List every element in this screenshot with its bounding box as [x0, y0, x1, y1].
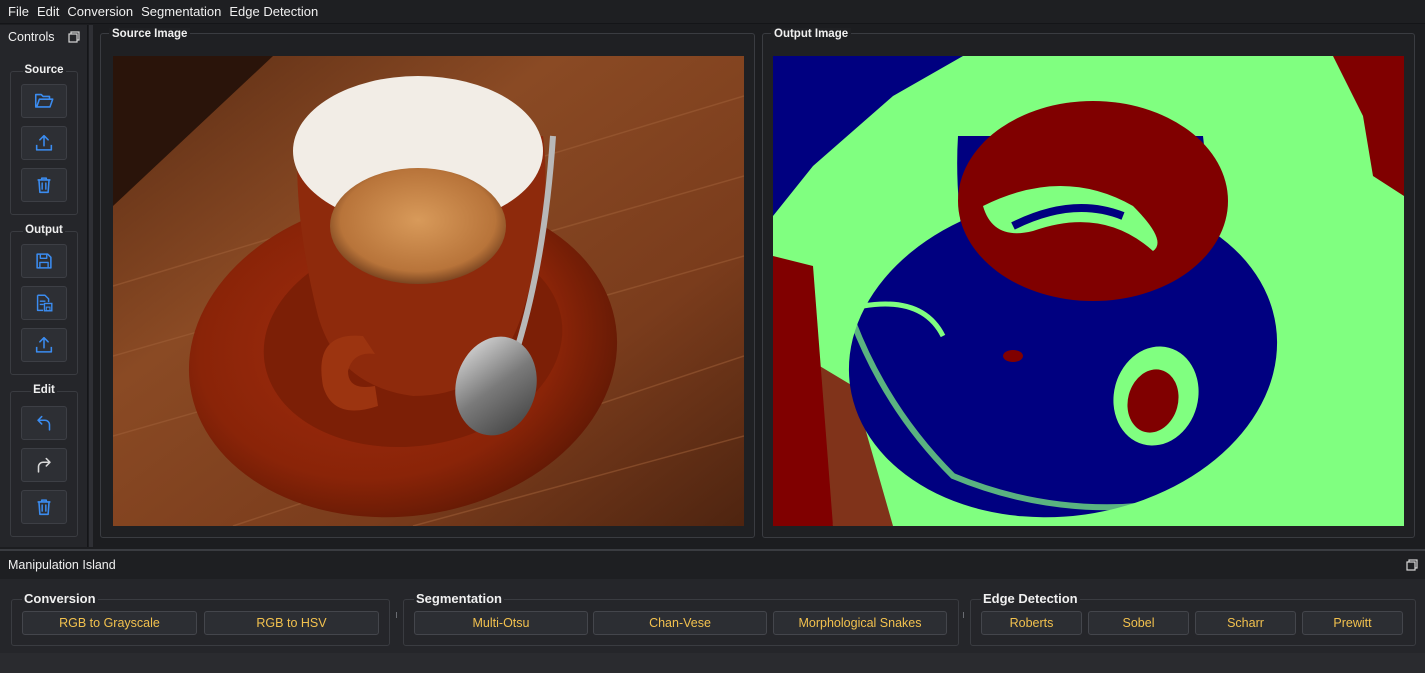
island-title-bar: Manipulation Island — [0, 551, 1425, 579]
rgb-to-grayscale-button[interactable]: RGB to Grayscale — [22, 611, 197, 635]
sobel-button[interactable]: Sobel — [1088, 611, 1189, 635]
source-image-panel: Source Image — [100, 28, 755, 538]
save-icon — [36, 253, 52, 269]
controls-dock: Controls Source Output Edit — [0, 25, 88, 547]
edit-group-title: Edit — [31, 384, 57, 396]
open-folder-icon — [34, 93, 54, 108]
scharr-button[interactable]: Scharr — [1195, 611, 1296, 635]
segmentation-group: Segmentation Multi-Otsu Chan-Vese Morpho… — [403, 591, 959, 646]
prewitt-button[interactable]: Prewitt — [1302, 611, 1403, 635]
save-as-icon — [36, 294, 53, 312]
menu-file[interactable]: File — [4, 0, 33, 24]
undo-button[interactable] — [21, 406, 67, 440]
island-footer — [0, 653, 1425, 673]
multi-otsu-button[interactable]: Multi-Otsu — [414, 611, 588, 635]
controls-title: Controls — [8, 30, 55, 44]
roberts-button[interactable]: Roberts — [981, 611, 1082, 635]
output-image-title: Output Image — [771, 28, 852, 40]
source-group: Source — [10, 64, 78, 215]
delete-source-button[interactable] — [21, 168, 67, 202]
conversion-group-title: Conversion — [22, 591, 98, 606]
conversion-group: Conversion RGB to Grayscale RGB to HSV — [11, 591, 390, 646]
group-handle[interactable] — [961, 597, 965, 633]
island-title: Manipulation Island — [8, 558, 116, 572]
save-as-button[interactable] — [21, 286, 67, 320]
morphological-snakes-button[interactable]: Morphological Snakes — [773, 611, 947, 635]
export-output-button[interactable] — [21, 328, 67, 362]
segmentation-group-title: Segmentation — [414, 591, 504, 606]
dock-splitter[interactable] — [89, 25, 93, 547]
output-image-panel: Output Image — [762, 28, 1415, 538]
open-image-button[interactable] — [21, 84, 67, 118]
edge-detection-group-title: Edge Detection — [981, 591, 1080, 606]
source-image — [113, 56, 744, 526]
save-output-button[interactable] — [21, 244, 67, 278]
controls-title-bar: Controls — [0, 25, 87, 49]
upload-image-button[interactable] — [21, 126, 67, 160]
rgb-to-hsv-button[interactable]: RGB to HSV — [204, 611, 379, 635]
clear-button[interactable] — [21, 490, 67, 524]
manipulation-island: Manipulation Island Conversion RGB to Gr… — [0, 549, 1425, 673]
upload-icon — [35, 134, 53, 151]
redo-button[interactable] — [21, 448, 67, 482]
output-image — [773, 56, 1404, 526]
export-icon — [35, 336, 53, 353]
source-image-title: Source Image — [109, 28, 191, 40]
undock-icon[interactable] — [67, 30, 81, 44]
output-group: Output — [10, 224, 78, 375]
menu-segmentation[interactable]: Segmentation — [137, 0, 225, 24]
chan-vese-button[interactable]: Chan-Vese — [593, 611, 767, 635]
source-group-title: Source — [22, 64, 66, 76]
menu-conversion[interactable]: Conversion — [63, 0, 137, 24]
trash-icon — [37, 177, 51, 194]
group-handle[interactable] — [394, 597, 398, 633]
island-undock-icon[interactable] — [1405, 558, 1419, 572]
clear-icon — [37, 499, 51, 516]
edit-group: Edit — [10, 384, 78, 537]
redo-icon — [37, 457, 51, 473]
menu-bar: File Edit Conversion Segmentation Edge D… — [0, 0, 1425, 24]
output-group-title: Output — [23, 224, 65, 236]
edge-detection-group: Edge Detection Roberts Sobel Scharr Prew… — [970, 591, 1416, 646]
menu-edge-detection[interactable]: Edge Detection — [225, 0, 322, 24]
undo-icon — [37, 415, 51, 431]
menu-edit[interactable]: Edit — [33, 0, 63, 24]
island-body: Conversion RGB to Grayscale RGB to HSV S… — [0, 581, 1425, 653]
